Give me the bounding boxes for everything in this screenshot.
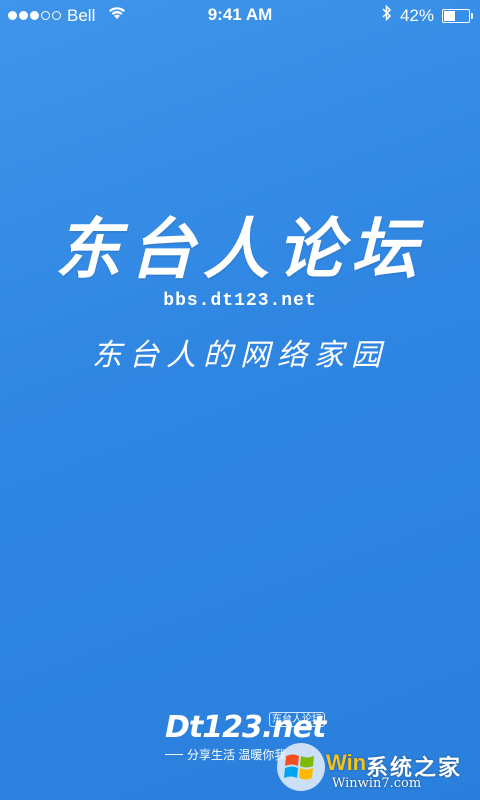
- watermark-url: Winwin7.com: [332, 776, 422, 791]
- divider: [165, 754, 183, 755]
- watermark: Win 系统之家 Winwin7.com: [274, 740, 474, 794]
- brand-tagline-text: 分享生活 温暖你我: [187, 748, 287, 762]
- watermark-brand: Win: [326, 750, 367, 775]
- battery-icon: [442, 8, 473, 23]
- status-bar: Bell 9:41 AM 42%: [0, 0, 480, 30]
- battery-percent: 42%: [399, 5, 434, 25]
- app-slogan: 东台人的网络家园: [92, 338, 388, 373]
- windows-logo-icon: [274, 740, 328, 799]
- app-title: 东台人论坛: [55, 210, 425, 288]
- brand-tagline: 分享生活 温暖你我: [165, 746, 286, 763]
- brand-tag: 东台人论坛: [269, 712, 325, 727]
- battery-level-fill: [444, 10, 455, 21]
- site-url: bbs.dt123.net: [163, 291, 317, 311]
- bluetooth-icon: [382, 4, 392, 26]
- status-right: 42%: [382, 4, 473, 26]
